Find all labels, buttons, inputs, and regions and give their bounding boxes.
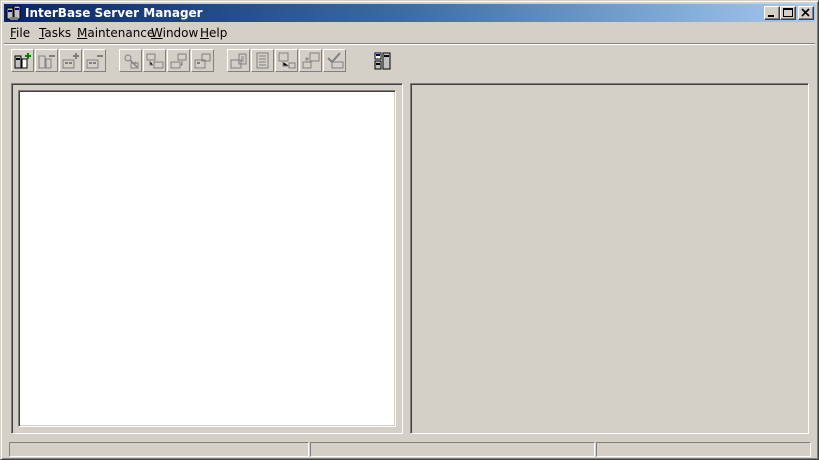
menu-window[interactable]: Window bbox=[151, 26, 198, 40]
main-window: InterBase Server Manager File Tasks Main… bbox=[0, 0, 819, 460]
sweep-icon bbox=[194, 53, 211, 69]
security-icon bbox=[124, 54, 139, 69]
menu-file[interactable]: File bbox=[10, 26, 30, 40]
interbase-app-icon bbox=[6, 5, 21, 20]
close-icon bbox=[801, 8, 810, 17]
windows-sql-icon bbox=[374, 52, 391, 70]
status-panel-2 bbox=[310, 442, 595, 457]
database-disconnect-button[interactable] bbox=[83, 49, 106, 72]
database-disconnect-icon bbox=[86, 55, 103, 69]
server-tree[interactable] bbox=[18, 90, 396, 427]
toolbar bbox=[4, 46, 815, 76]
menu-maintenance[interactable]: Maintenance bbox=[77, 26, 154, 40]
database-properties-button[interactable] bbox=[251, 49, 274, 72]
transaction-recovery-icon bbox=[278, 52, 296, 69]
database-connect-button[interactable] bbox=[59, 49, 82, 72]
server-login-icon bbox=[14, 53, 31, 69]
menu-bar: File Tasks Maintenance Window Help bbox=[4, 23, 815, 42]
restore-button[interactable] bbox=[167, 49, 190, 72]
transaction-recovery-button[interactable] bbox=[275, 49, 298, 72]
database-properties-icon bbox=[256, 52, 269, 69]
sweep-button[interactable] bbox=[191, 49, 214, 72]
menu-help[interactable]: Help bbox=[200, 26, 227, 40]
validation-button[interactable] bbox=[323, 49, 346, 72]
backup-icon bbox=[146, 53, 164, 69]
validation-icon bbox=[327, 52, 344, 69]
windows-sql-button[interactable] bbox=[371, 49, 394, 72]
server-logout-icon bbox=[38, 55, 55, 69]
security-button[interactable] bbox=[119, 49, 142, 72]
server-tree-pane bbox=[11, 83, 403, 434]
database-statistics-button[interactable] bbox=[227, 49, 250, 72]
database-connect-icon bbox=[62, 53, 79, 69]
window-title: InterBase Server Manager bbox=[25, 6, 203, 20]
server-login-button[interactable] bbox=[11, 49, 34, 72]
details-pane bbox=[410, 83, 809, 434]
database-statistics-icon bbox=[230, 53, 247, 69]
maximize-icon bbox=[783, 8, 793, 17]
restore-icon bbox=[170, 53, 187, 69]
title-bar[interactable]: InterBase Server Manager bbox=[4, 4, 815, 22]
menu-separator bbox=[4, 43, 815, 45]
database-shutdown-icon bbox=[302, 52, 320, 69]
status-panel-3 bbox=[596, 442, 811, 457]
minimize-button[interactable] bbox=[764, 6, 780, 20]
menu-tasks[interactable]: Tasks bbox=[39, 26, 71, 40]
minimize-icon bbox=[768, 15, 774, 17]
maximize-button[interactable] bbox=[780, 6, 796, 20]
backup-button[interactable] bbox=[143, 49, 166, 72]
status-panel-1 bbox=[9, 442, 309, 457]
database-shutdown-button[interactable] bbox=[299, 49, 322, 72]
close-button[interactable] bbox=[798, 6, 814, 20]
server-logout-button[interactable] bbox=[35, 49, 58, 72]
